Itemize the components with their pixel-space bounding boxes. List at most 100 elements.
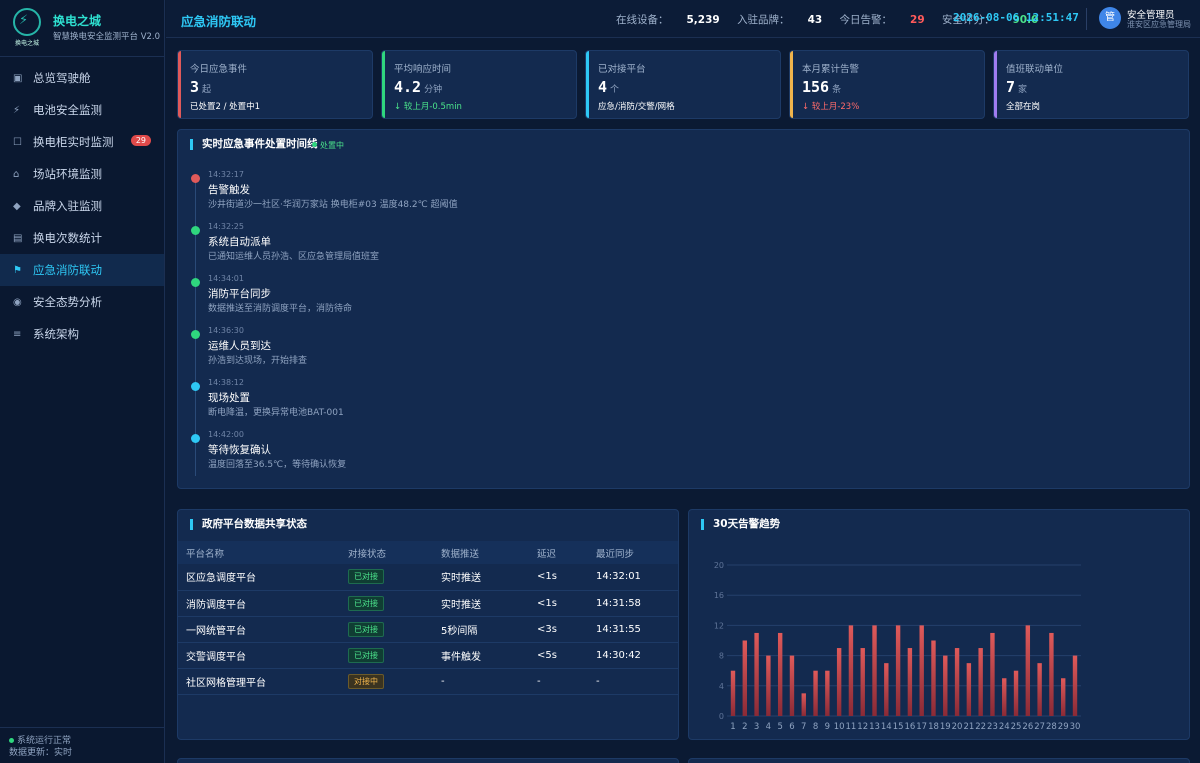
bar[interactable] — [954, 648, 960, 716]
timeline-event[interactable]: 14:36:30 运维人员到达 孙浩到达现场，开始排查 — [191, 326, 1091, 378]
bar[interactable] — [1025, 625, 1031, 716]
event-title: 告警触发 — [208, 184, 250, 196]
sidebar-item-label: 品牌入驻监测 — [33, 199, 102, 213]
timeline-event[interactable]: 14:42:00 等待恢复确认 温度回落至36.5℃，等待确认恢复 — [191, 430, 1091, 482]
bar[interactable] — [789, 655, 795, 716]
bar[interactable] — [777, 632, 783, 716]
column-header[interactable]: 对接状态 — [340, 541, 433, 564]
event-dot-icon — [191, 278, 200, 287]
bar[interactable] — [943, 655, 948, 716]
bar[interactable] — [884, 663, 889, 716]
event-title: 消防平台同步 — [208, 288, 271, 300]
gov-platform-panel: 政府平台数据共享状态 平台名称 对接状态 数据推送 延迟 最近同步 区应急调度平台 已对接… — [177, 509, 679, 740]
column-header[interactable]: 平台名称 — [178, 541, 340, 564]
bar[interactable] — [1072, 655, 1078, 716]
timeline-event[interactable]: 14:34:01 消防平台同步 数据推送至消防调度平台，消防待命 — [191, 274, 1091, 326]
x-tick-label: 6 — [789, 722, 794, 732]
event-time: 14:38:12 — [208, 378, 244, 387]
x-tick-label: 7 — [801, 722, 806, 732]
sidebar-item-4[interactable]: ◆ 品牌入驻监测 — [0, 190, 164, 222]
kpi-card[interactable]: 值班联动单位 7 家全部在岗 — [993, 50, 1189, 119]
table-row[interactable]: 一网统管平台 已对接 5秒间隔 <3s 14:31:55 — [178, 616, 678, 643]
column-header[interactable]: 数据推送 — [433, 541, 529, 564]
column-header[interactable]: 延迟 — [529, 541, 588, 564]
bar[interactable] — [860, 648, 865, 716]
delay: <5s — [529, 642, 588, 669]
bottom-panel-left — [177, 758, 679, 763]
bar[interactable] — [1049, 632, 1054, 716]
bar[interactable] — [801, 693, 806, 716]
sidebar-item-6[interactable]: ⚑ 应急消防联动 — [0, 254, 164, 286]
bar[interactable] — [978, 648, 983, 716]
bar[interactable] — [919, 625, 924, 716]
clock: 2026-08-06 12:51:47 — [953, 11, 1079, 24]
bar[interactable] — [872, 625, 877, 716]
platform-name: 交警调度平台 — [178, 642, 340, 669]
push-mode: - — [433, 668, 529, 695]
bar[interactable] — [1002, 678, 1007, 716]
bar[interactable] — [1061, 678, 1066, 716]
sidebar-item-8[interactable]: ≡ 系统架构 — [0, 318, 164, 350]
x-tick-label: 21 — [963, 722, 974, 732]
event-title: 现场处置 — [208, 392, 250, 404]
avatar[interactable]: 管 — [1099, 7, 1121, 29]
bar[interactable] — [766, 655, 771, 716]
kpi-card[interactable]: 平均响应时间 4.2 分钟 ↓ 较上月-0.5min — [381, 50, 577, 119]
sidebar-item-3[interactable]: ⌂ 场站环境监测 — [0, 158, 164, 190]
alarm-trend-chart: 0481216201 2 3 4 5 6 7 8 9 10 11 12 13 14 15 16 17 18 19 20… — [714, 561, 1081, 732]
event-desc: 断电降温，更换异常电池BAT-001 — [208, 408, 344, 418]
timeline-event[interactable]: 14:32:17 告警触发 沙井街道沙一社区·华润万家站 换电柜#03 温度48.2… — [191, 170, 1091, 222]
bar[interactable] — [895, 625, 901, 716]
sidebar-item-1[interactable]: ⚡ 电池安全监测 — [0, 94, 164, 126]
x-tick-label: 26 — [1022, 722, 1033, 732]
kpi-accent — [790, 51, 793, 118]
bar[interactable] — [742, 640, 747, 717]
alarms-label: 今日告警： — [839, 14, 893, 26]
kpi-value: 156 — [802, 78, 830, 96]
kpi-card[interactable]: 已对接平台 4 个应急/消防/交警/网格 — [585, 50, 781, 119]
last-sync: 14:30:42 — [588, 642, 678, 669]
last-sync: 14:32:01 — [588, 564, 678, 591]
timeline-status-label: 处置中 — [320, 141, 344, 150]
kpi-card[interactable]: 今日应急事件 3 起已处置2 / 处置中1 — [177, 50, 373, 119]
sidebar-item-5[interactable]: ▤ 换电次数统计 — [0, 222, 164, 254]
bar[interactable] — [1037, 663, 1042, 716]
dashboard-icon: ▣ — [13, 72, 23, 84]
kpi-accent — [382, 51, 385, 118]
bar[interactable] — [825, 670, 830, 716]
bar[interactable] — [1013, 670, 1019, 716]
kpi-card[interactable]: 本月累计告警 156 条 ↓ 较上月-23% — [789, 50, 985, 119]
kpi-subtext: 应急/消防/交警/网格 — [598, 102, 675, 112]
y-tick-label: 16 — [714, 591, 724, 600]
bar-chart-icon: ▤ — [13, 232, 23, 244]
kpi-subtext: 全部在岗 — [1006, 102, 1041, 112]
kpi-value: 4 — [598, 78, 608, 96]
kpi-value-row: 4个 — [598, 78, 619, 96]
bar[interactable] — [836, 648, 842, 716]
sidebar-item-2[interactable]: ☐ 换电柜实时监测 29 — [0, 126, 164, 158]
event-dot-icon — [191, 434, 200, 443]
timeline-event[interactable]: 14:38:12 现场处置断电降温，更换异常电池BAT-001 — [191, 378, 1091, 430]
kpi-subtext: ↓ 较上月-0.5min — [394, 102, 462, 112]
table-row[interactable]: 社区网格管理平台 对接中 - - - — [178, 668, 678, 695]
table-row[interactable]: 消防调度平台 已对接 实时推送 <1s 14:31:58 — [178, 590, 678, 617]
x-tick-label: 9 — [825, 722, 830, 732]
bar[interactable] — [931, 640, 936, 717]
sidebar-item-0[interactable]: ▣ 总览驾驶舱 — [0, 62, 164, 94]
timeline-event[interactable]: 14:32:25 系统自动派单 已通知运维人员孙浩、区应急管理局值班室 — [191, 222, 1091, 274]
bar[interactable] — [754, 632, 759, 716]
bar[interactable] — [990, 632, 995, 716]
kpi-label: 今日应急事件 — [190, 64, 248, 75]
bar[interactable] — [813, 670, 818, 716]
table-row[interactable]: 交警调度平台 已对接 事件触发 <5s 14:30:42 — [178, 642, 678, 669]
push-mode: 实时推送 — [433, 590, 529, 617]
sidebar-item-7[interactable]: ◉ 安全态势分析 — [0, 286, 164, 318]
column-header[interactable]: 最近同步 — [588, 541, 678, 564]
bar[interactable] — [966, 663, 972, 716]
table-row[interactable]: 区应急调度平台 已对接 实时推送 <1s 14:32:01 — [178, 564, 678, 591]
bar[interactable] — [907, 648, 913, 716]
bar[interactable] — [848, 625, 854, 716]
bar[interactable] — [730, 670, 736, 716]
diamond-icon: ◆ — [13, 200, 21, 212]
page-title: 应急消防联动 — [181, 14, 257, 29]
